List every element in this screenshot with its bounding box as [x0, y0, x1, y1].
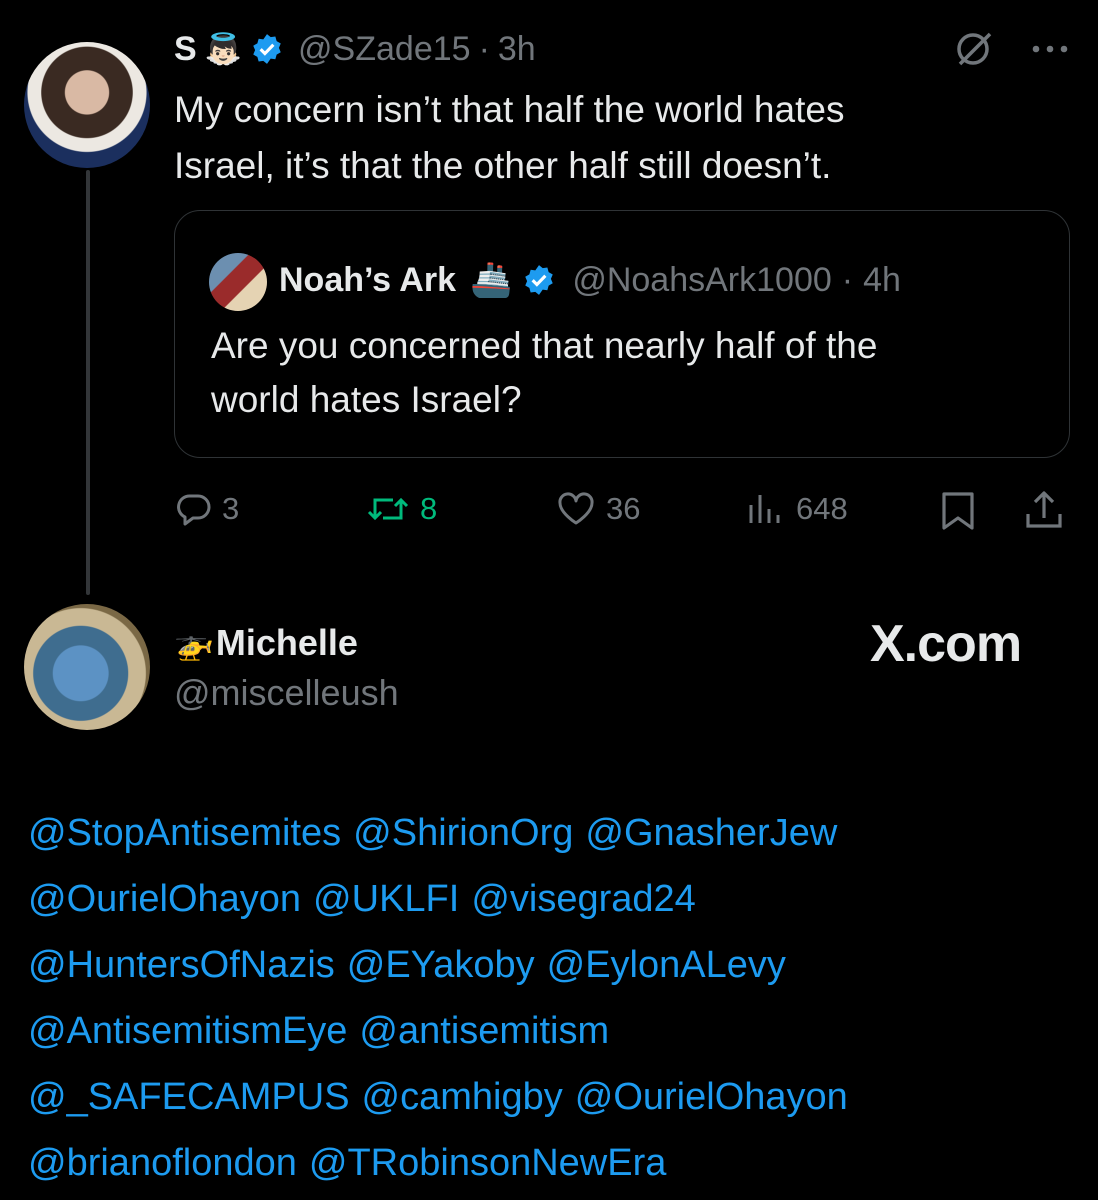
mention-link[interactable]: @visegrad24	[471, 878, 695, 920]
repost-button[interactable]: 8	[366, 487, 437, 531]
tweet-text-line: My concern isn’t that half the world hat…	[174, 89, 845, 130]
mention-link[interactable]: @TRobinsonNewEra	[309, 1142, 667, 1184]
reply-author-name[interactable]: Michelle	[216, 622, 358, 664]
mention-link[interactable]: @EYakoby	[347, 944, 535, 986]
views-button[interactable]: 648	[746, 487, 848, 531]
author-handle[interactable]: @SZade15	[298, 30, 471, 69]
mention-link[interactable]: @brianoflondon	[28, 1142, 297, 1184]
x-com-logo: X.com	[870, 615, 1022, 673]
mention-line: @OurielOhayon @UKLFI @visegrad24	[28, 866, 1088, 932]
reply-count: 3	[222, 491, 240, 526]
dot-separator: ·	[841, 260, 854, 299]
mention-line: @HuntersOfNazis @EYakoby @EylonALevy	[28, 932, 1088, 998]
mention-link[interactable]: @_SAFECAMPUS	[28, 1076, 350, 1118]
mention-line: @AntisemitismEye @antisemitism	[28, 998, 1088, 1064]
mention-line: @StopAntisemites @ShirionOrg @GnasherJew	[28, 800, 1088, 866]
mention-line: @_SAFECAMPUS @camhigby @OurielOhayon	[28, 1064, 1088, 1130]
quote-author-name[interactable]: Noah’s Ark	[279, 261, 456, 300]
helicopter-icon: 🚁	[174, 625, 214, 661]
like-count: 36	[606, 491, 641, 526]
avatar-michelle[interactable]	[24, 604, 150, 730]
mention-link[interactable]: @EylonALevy	[547, 944, 786, 986]
reply-mentions: @StopAntisemites @ShirionOrg @GnasherJew @O…	[28, 800, 1088, 1196]
quote-author-handle[interactable]: @NoahsArk1000	[572, 261, 831, 300]
mention-link[interactable]: @camhigby	[362, 1076, 563, 1118]
author-emoji: 👼🏻	[204, 32, 243, 66]
quoted-tweet[interactable]: Noah’s Ark 🚢 @NoahsArk1000 · 4h Are you …	[174, 210, 1070, 458]
avatar-szade15[interactable]	[24, 42, 150, 168]
reply-icon	[176, 491, 212, 527]
mention-link[interactable]: @StopAntisemites	[28, 812, 341, 854]
bookmark-icon[interactable]	[938, 490, 978, 532]
mention-link[interactable]: @ShirionOrg	[353, 812, 573, 854]
mention-link[interactable]: @UKLFI	[313, 878, 459, 920]
author-name[interactable]: S	[174, 30, 197, 69]
tweet-text: My concern isn’t that half the world hat…	[174, 82, 844, 194]
mention-link[interactable]: @antisemitism	[359, 1010, 609, 1052]
heart-icon	[556, 491, 596, 527]
like-button[interactable]: 36	[556, 487, 640, 531]
repost-icon	[366, 491, 410, 527]
reply-button[interactable]: 3	[176, 487, 239, 531]
verified-badge-icon	[250, 32, 284, 66]
grok-icon[interactable]	[952, 26, 998, 72]
mention-link[interactable]: @AntisemitismEye	[28, 1010, 347, 1052]
quote-text-line: world hates Israel?	[211, 379, 522, 420]
reply-author-handle[interactable]: @miscelleush	[174, 668, 399, 718]
quote-timestamp[interactable]: 4h	[863, 261, 901, 300]
quote-avatar[interactable]	[209, 253, 267, 311]
mention-link[interactable]: @GnasherJew	[585, 812, 837, 854]
timestamp[interactable]: 3h	[498, 30, 536, 69]
mention-line: @brianoflondon @TRobinsonNewEra	[28, 1130, 1088, 1196]
views-count: 648	[796, 491, 848, 526]
mention-link[interactable]: @OurielOhayon	[28, 878, 301, 920]
more-icon[interactable]	[1028, 34, 1072, 64]
quote-text-line: Are you concerned that nearly half of th…	[211, 325, 878, 366]
mention-link[interactable]: @OurielOhayon	[575, 1076, 848, 1118]
dot-separator: ·	[478, 29, 490, 68]
mention-link[interactable]: @HuntersOfNazis	[28, 944, 335, 986]
verified-badge-icon	[522, 263, 556, 297]
views-icon	[746, 491, 786, 527]
thread-line	[86, 170, 90, 595]
quote-text: Are you concerned that nearly half of th…	[211, 319, 877, 427]
repost-count: 8	[420, 491, 438, 526]
ship-icon: 🚢	[469, 261, 513, 299]
tweet-text-line: Israel, it’s that the other half still d…	[174, 145, 832, 186]
share-icon[interactable]	[1022, 488, 1066, 532]
